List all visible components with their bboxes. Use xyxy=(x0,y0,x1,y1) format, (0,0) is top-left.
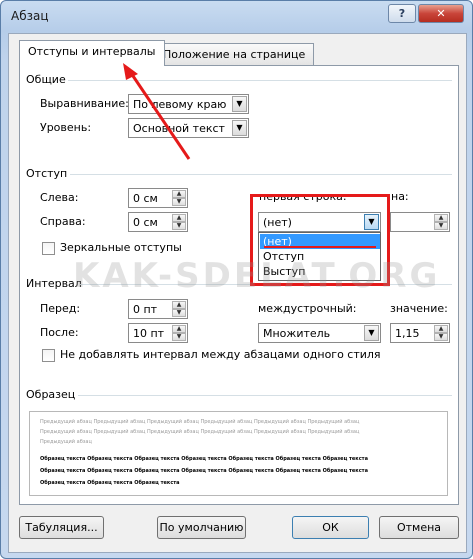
annotation-arrow-line xyxy=(129,72,191,160)
annotation-arrow xyxy=(123,63,191,160)
paragraph-dialog: Абзац ? ✕ Отступы и интервалы Положение … xyxy=(0,0,473,559)
